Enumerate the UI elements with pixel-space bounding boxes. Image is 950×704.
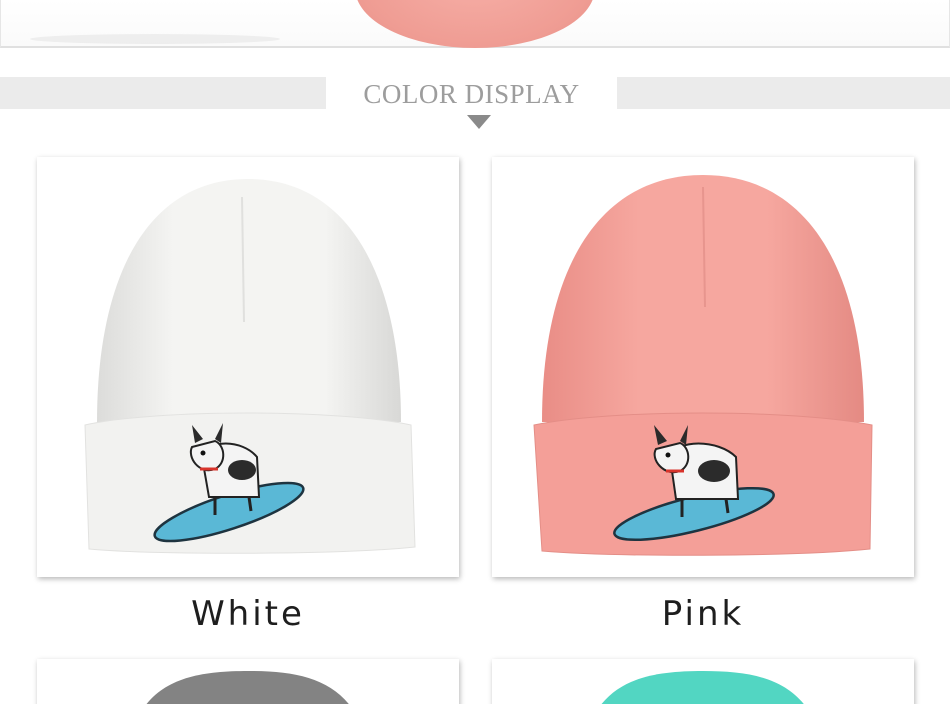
section-title: COLOR DISPLAY — [363, 79, 580, 109]
header-bar-right — [617, 77, 950, 109]
product-card-white[interactable] — [37, 157, 459, 577]
header-bar-left — [0, 77, 326, 109]
photo-shadow — [30, 34, 280, 44]
product-card-pink[interactable] — [492, 157, 914, 577]
white-beanie-image — [84, 179, 416, 554]
product-detail-page: COLOR DISPLAY White Pink — [0, 0, 950, 704]
mint-beanie-image — [601, 671, 804, 704]
color-label-white: White — [191, 594, 305, 634]
product-card-gray[interactable] — [37, 659, 459, 704]
previous-product-photo — [0, 0, 950, 50]
gray-beanie-image — [146, 671, 349, 704]
color-display-header: COLOR DISPLAY — [0, 76, 950, 132]
color-label-pink: Pink — [661, 594, 745, 634]
pink-beanie-image — [533, 175, 873, 556]
down-arrow-icon — [467, 115, 491, 129]
product-card-mint[interactable] — [492, 659, 914, 704]
